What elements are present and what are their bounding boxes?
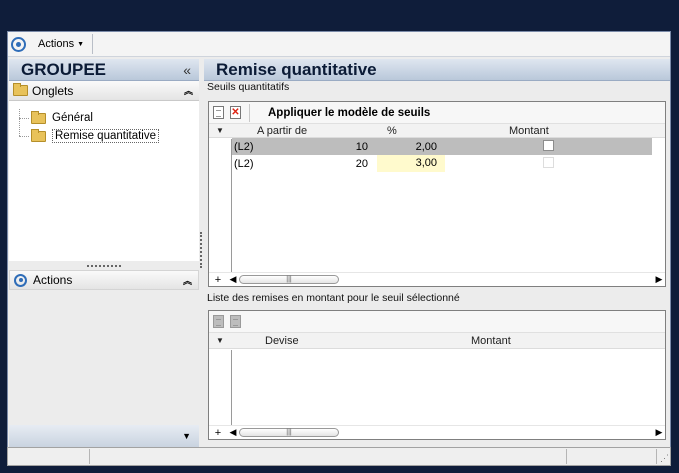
apply-model-button[interactable]: Appliquer le modèle de seuils (268, 107, 430, 119)
left-panel: GROUPEE « Onglets ︽ Général Remise quant… (9, 59, 199, 447)
table-row[interactable]: (L2) 10 2,00 (232, 138, 652, 155)
horizontal-scrollbar[interactable]: ◀ ||| ▶ (227, 274, 665, 285)
thresholds-toolbar: ✕ Appliquer le modèle de seuils (209, 102, 665, 124)
actions-circle-icon (14, 273, 27, 287)
amount-list-group-label: Liste des remises en montant pour le seu… (204, 292, 670, 305)
thresholds-column-header: ▼ A partir de % Montant (209, 124, 665, 138)
col-header-amount[interactable]: Montant (509, 125, 549, 137)
row-code: (L2) (234, 140, 254, 153)
left-panel-footer: ▼ (9, 425, 199, 447)
scroll-thumb[interactable]: ||| (239, 275, 339, 284)
col-header-from[interactable]: A partir de (257, 125, 307, 137)
collapse-panel-icon[interactable]: « (183, 62, 191, 78)
amount-list-label: Liste des remises en montant pour le seu… (207, 292, 460, 304)
row-percent[interactable]: 2,00 (377, 141, 437, 153)
col-header-percent[interactable]: % (387, 125, 397, 137)
tree-item-general[interactable]: Général (19, 109, 199, 127)
new-document-icon[interactable] (213, 315, 224, 328)
actions-menu-label: Actions (38, 38, 75, 50)
left-panel-header: GROUPEE « (9, 59, 199, 81)
actions-section-header[interactable]: Actions ︽ (9, 270, 199, 290)
actions-section-label: Actions (33, 273, 73, 287)
add-row-icon[interactable]: + (209, 274, 227, 286)
onglets-label: Onglets (32, 83, 74, 98)
row-code: (L2) (234, 157, 254, 170)
row-amount-checkbox[interactable] (543, 157, 554, 168)
thresholds-group-label: Seuils quantitatifs (207, 81, 290, 93)
row-from[interactable]: 10 (350, 141, 368, 153)
page-title: Remise quantitative (216, 59, 377, 79)
tree-item-label: Général (52, 112, 93, 124)
chevron-up-icon[interactable]: ︽ (183, 274, 192, 287)
resize-grip-icon[interactable]: ⋰ (660, 453, 669, 464)
new-document-icon[interactable] (213, 106, 224, 119)
row-selector-icon[interactable]: ▼ (209, 126, 231, 135)
col-header-amount[interactable]: Montant (471, 335, 511, 347)
status-bar: ⋰ (7, 447, 671, 466)
tabs-tree: Général Remise quantitative (9, 101, 199, 261)
chevron-down-icon: ▼ (77, 40, 85, 48)
scroll-thumb[interactable]: ||| (239, 428, 339, 437)
vertical-splitter[interactable] (200, 232, 203, 268)
col-header-currency[interactable]: Devise (265, 335, 299, 347)
left-panel-title: GROUPEE (21, 59, 107, 79)
tree-item-remise-quantitative[interactable]: Remise quantitative (19, 127, 199, 145)
row-selector-icon[interactable]: ▼ (209, 336, 231, 345)
open-folder-icon (31, 128, 46, 142)
edit-document-icon[interactable] (230, 315, 241, 328)
scroll-right-icon[interactable]: ▶ (653, 274, 665, 285)
chevron-up-icon[interactable]: ︽ (184, 84, 193, 97)
thresholds-grid: ✕ Appliquer le modèle de seuils ▼ A part… (208, 101, 666, 287)
amount-column-header: ▼ Devise Montant (209, 333, 665, 349)
row-amount-checkbox[interactable] (543, 140, 554, 151)
content-header: Remise quantitative (204, 59, 670, 81)
amount-grid: ▼ Devise Montant + ◀ ||| ▶ (208, 310, 666, 440)
tree-item-label: Remise quantitative (52, 129, 159, 143)
scroll-left-icon[interactable]: ◀ (227, 274, 239, 285)
delete-icon[interactable]: ✕ (230, 106, 241, 119)
horizontal-scrollbar[interactable]: ◀ ||| ▶ (227, 427, 665, 438)
content-panel: Remise quantitative Seuils quantitatifs … (204, 59, 670, 447)
app-circle-icon[interactable] (11, 36, 26, 52)
toolbar-separator (92, 34, 94, 54)
thresholds-footer: + ◀ ||| ▶ (209, 272, 665, 286)
folder-icon (31, 110, 46, 124)
main-window: Actions ▼ GROUPEE « Onglets ︽ Général Re… (7, 31, 671, 466)
folder-icon (13, 83, 28, 96)
top-toolbar: Actions ▼ (8, 32, 670, 57)
horizontal-splitter[interactable] (9, 261, 199, 270)
onglets-section-header[interactable]: Onglets ︽ (9, 81, 199, 101)
amount-toolbar (209, 311, 665, 333)
chevron-down-icon[interactable]: ▼ (182, 431, 191, 441)
scroll-left-icon[interactable]: ◀ (227, 427, 239, 438)
table-row[interactable]: (L2) 20 3,00 (232, 155, 652, 172)
row-from[interactable]: 20 (350, 158, 368, 170)
amount-footer: + ◀ ||| ▶ (209, 425, 665, 439)
actions-menu-button[interactable]: Actions ▼ (38, 38, 84, 50)
scroll-right-icon[interactable]: ▶ (653, 427, 665, 438)
add-row-icon[interactable]: + (209, 427, 227, 439)
row-percent[interactable]: 3,00 (377, 155, 445, 172)
